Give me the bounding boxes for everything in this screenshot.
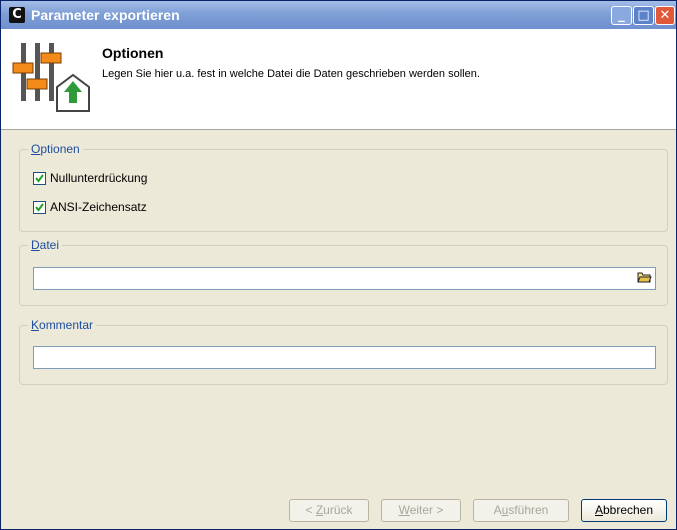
back-button[interactable]: < Zurück: [289, 499, 369, 522]
maximize-button[interactable]: □: [633, 6, 654, 25]
null-suppression-label: Nullunterdrückung: [50, 171, 148, 185]
next-button-label: eiter >: [409, 503, 444, 517]
file-label-accesskey: D: [31, 238, 40, 252]
ansi-charset-checkbox[interactable]: [33, 200, 46, 214]
title-bar[interactable]: C Parameter exportieren _ □ ✕: [1, 1, 676, 29]
page-title: Optionen: [102, 45, 164, 61]
ansi-charset-checkbox-row[interactable]: ANSI-Zeichensatz: [33, 199, 147, 215]
browse-file-button[interactable]: [636, 270, 653, 287]
page-subtitle: Legen Sie hier u.a. fest in welche Datei…: [102, 68, 480, 80]
close-button[interactable]: ✕: [655, 6, 675, 25]
ansi-charset-label: ANSI-Zeichensatz: [50, 200, 147, 214]
comment-input[interactable]: [33, 346, 656, 369]
file-group: Datei: [19, 238, 668, 306]
cancel-button-label: bbrechen: [602, 503, 654, 517]
options-group-label: Optionen: [28, 142, 83, 156]
run-button[interactable]: Ausführen: [473, 499, 569, 522]
file-label-text: atei: [39, 238, 60, 252]
folder-open-icon: [637, 272, 652, 283]
cancel-button-accesskey: A: [594, 503, 603, 517]
options-label-accesskey: O: [31, 142, 41, 156]
run-button-prefix: A: [493, 503, 502, 517]
null-suppression-checkbox-row[interactable]: Nullunterdrückung: [33, 170, 147, 186]
export-dialog: C Parameter exportieren _ □ ✕ Optionen L…: [0, 0, 677, 530]
checkmark-icon: [35, 173, 44, 183]
next-button-accesskey: W: [398, 503, 410, 517]
maximize-icon: □: [637, 8, 650, 23]
close-icon: ✕: [659, 8, 671, 23]
run-button-label: sführen: [508, 503, 549, 517]
window-title: Parameter exportieren: [31, 7, 180, 23]
options-group: Optionen Nullunterdrückung ANSI-Zeichens…: [19, 142, 668, 232]
checkmark-icon: [35, 202, 44, 212]
comment-label-text: ommentar: [39, 318, 94, 332]
null-suppression-checkbox[interactable]: [33, 171, 46, 185]
file-path-input[interactable]: [33, 267, 656, 290]
comment-group: Kommentar: [19, 318, 668, 385]
minimize-icon: _: [618, 8, 625, 23]
app-icon: C: [9, 7, 25, 23]
next-button[interactable]: Weiter >: [381, 499, 461, 522]
comment-label-accesskey: K: [31, 318, 40, 332]
file-group-label: Datei: [28, 238, 63, 252]
comment-group-label: Kommentar: [28, 318, 97, 332]
minimize-button[interactable]: _: [611, 6, 632, 25]
back-button-prefix: <: [305, 503, 316, 517]
back-button-label: urück: [323, 503, 353, 517]
settings-sliders-icon: [12, 43, 90, 112]
options-label-text: ptionen: [40, 142, 80, 156]
wizard-header: Optionen Legen Sie hier u.a. fest in wel…: [1, 29, 676, 130]
cancel-button[interactable]: Abbrechen: [581, 499, 667, 522]
